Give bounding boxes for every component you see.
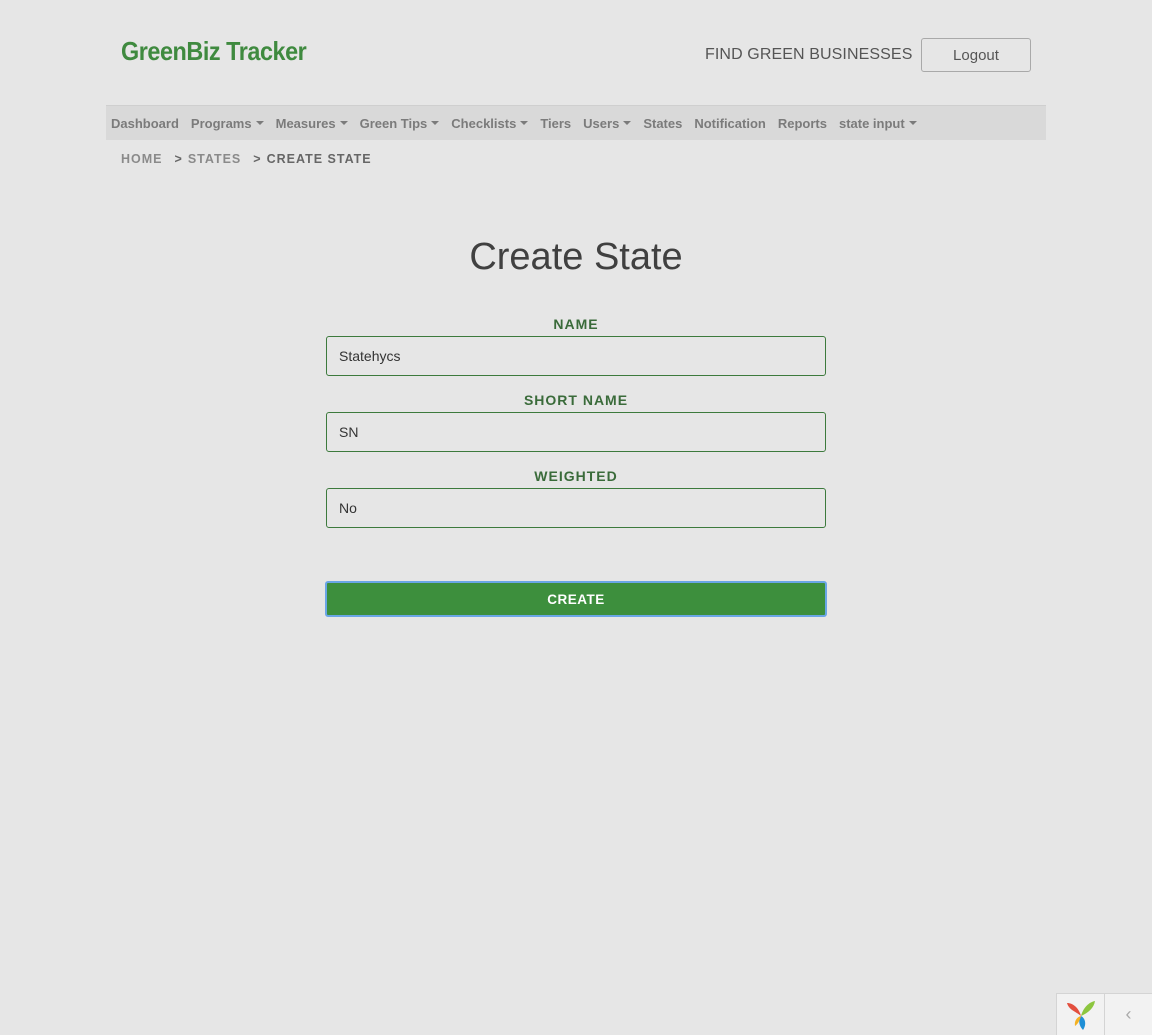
- logout-button[interactable]: Logout: [921, 38, 1031, 72]
- yii-logo-icon[interactable]: [1057, 994, 1105, 1035]
- page-title: Create State: [469, 236, 683, 278]
- debug-toolbar: ‹: [1056, 993, 1152, 1035]
- nav-item-green-tips[interactable]: Green Tips: [360, 116, 440, 131]
- breadcrumb-states-link[interactable]: STATES: [188, 152, 241, 166]
- weighted-label: WEIGHTED: [534, 468, 618, 484]
- nav-item-programs[interactable]: Programs: [191, 116, 264, 131]
- nav-item-checklists[interactable]: Checklists: [451, 115, 529, 131]
- breadcrumb: HOME > STATES > CREATE STATE: [121, 152, 372, 166]
- nav-item-state-input[interactable]: state input: [839, 116, 917, 131]
- nav-item-label: Green Tips: [359, 115, 428, 131]
- breadcrumb-home-link[interactable]: HOME: [121, 152, 163, 166]
- caret-down-icon: [431, 121, 440, 125]
- caret-down-icon: [339, 121, 348, 125]
- nav-item-reports[interactable]: Reports: [778, 116, 827, 131]
- breadcrumb-separator: >: [174, 152, 183, 166]
- short-name-label: SHORT NAME: [523, 392, 629, 408]
- breadcrumb-separator: >: [253, 152, 262, 166]
- nav-item-measures[interactable]: Measures: [276, 116, 348, 131]
- nav-item-label: Tiers: [540, 115, 572, 131]
- site-logo[interactable]: GreenBiz Tracker: [121, 36, 307, 67]
- name-input[interactable]: [326, 336, 826, 376]
- nav-item-label: Notification: [694, 115, 766, 131]
- name-label: NAME: [553, 316, 599, 332]
- short-name-input[interactable]: [326, 412, 826, 452]
- nav-item-label: Dashboard: [111, 115, 179, 131]
- nav-item-label: Users: [583, 115, 620, 131]
- nav-item-states[interactable]: States: [643, 116, 682, 131]
- caret-down-icon: [255, 121, 264, 125]
- nav-item-users[interactable]: Users: [583, 115, 632, 131]
- nav-item-label: Reports: [777, 115, 827, 131]
- breadcrumb-current: CREATE STATE: [266, 152, 372, 166]
- caret-down-icon: [908, 121, 917, 125]
- nav-item-label: States: [643, 115, 683, 131]
- nav-item-tiers[interactable]: Tiers: [540, 116, 571, 131]
- nav-item-label: Checklists: [451, 115, 517, 131]
- nav-item-dashboard[interactable]: Dashboard: [111, 116, 179, 131]
- caret-down-icon: [623, 121, 632, 125]
- chevron-left-icon[interactable]: ‹: [1105, 994, 1152, 1035]
- nav-item-label: Measures: [275, 115, 336, 131]
- weighted-select[interactable]: [326, 488, 826, 528]
- find-green-businesses-link[interactable]: FIND GREEN BUSINESSES: [705, 46, 912, 64]
- nav-item-notification[interactable]: Notification: [694, 116, 766, 131]
- create-button[interactable]: CREATE: [325, 581, 827, 617]
- main-navbar: Dashboard Programs Measures Green Tips C…: [106, 105, 1046, 140]
- nav-item-label: Programs: [190, 115, 252, 131]
- caret-down-icon: [520, 121, 529, 125]
- nav-item-label: state input: [838, 115, 905, 131]
